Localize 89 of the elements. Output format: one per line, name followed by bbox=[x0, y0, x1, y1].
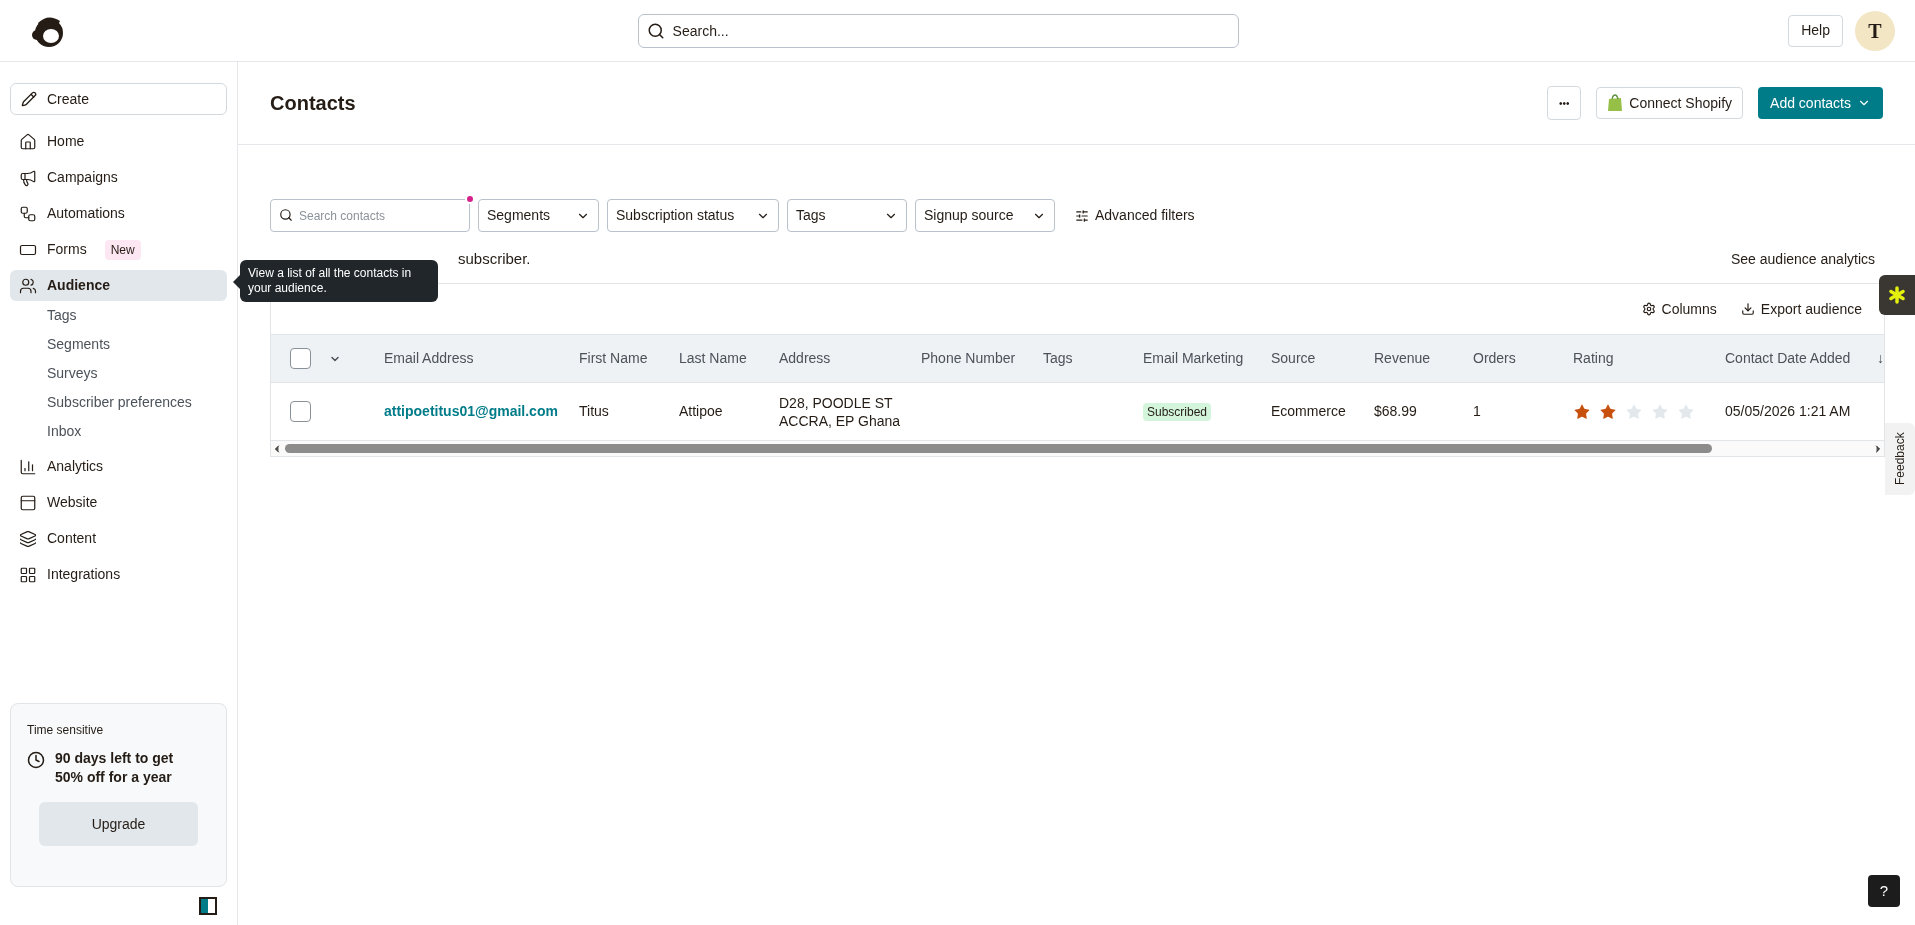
tooltip: View a list of all the contacts in your audience. bbox=[240, 260, 438, 302]
nav-item[interactable]: Campaigns bbox=[10, 162, 227, 193]
promo-text: 90 days left to get 50% off for a year bbox=[55, 749, 175, 787]
row-checkbox[interactable] bbox=[290, 401, 311, 422]
gear-icon bbox=[1641, 302, 1656, 316]
nav-item[interactable]: Automations bbox=[10, 198, 227, 229]
search-field[interactable]: Search... bbox=[637, 13, 1239, 48]
widget-tab[interactable] bbox=[1879, 275, 1915, 315]
search-icon bbox=[279, 208, 293, 222]
address-line: D28, POODLE ST bbox=[779, 393, 894, 412]
window-icon bbox=[19, 493, 37, 512]
column-header[interactable]: Phone Number bbox=[921, 350, 1016, 366]
audience-analytics-link[interactable]: See audience analytics bbox=[1731, 248, 1875, 270]
export-audience-button[interactable]: Export audience bbox=[1740, 298, 1862, 320]
more-button[interactable]: ••• bbox=[1547, 86, 1582, 120]
select-all-checkbox[interactable] bbox=[290, 348, 311, 369]
avatar[interactable]: T bbox=[1855, 10, 1895, 51]
nav-subitem[interactable]: Inbox bbox=[10, 417, 227, 446]
star-icon bbox=[1651, 402, 1669, 421]
column-header[interactable]: Last Name bbox=[679, 350, 747, 366]
table-cell: 1 bbox=[1473, 403, 1481, 419]
table-cell: Attipoe bbox=[679, 403, 723, 419]
nav-item[interactable]: Content bbox=[10, 523, 227, 554]
megaphone-icon bbox=[19, 168, 37, 187]
nav-item[interactable]: Analytics bbox=[10, 451, 227, 482]
layers-icon bbox=[19, 529, 37, 548]
help-button[interactable]: ? bbox=[1868, 875, 1900, 907]
column-header[interactable]: Revenue bbox=[1374, 350, 1431, 366]
column-header[interactable]: Source bbox=[1271, 350, 1316, 366]
star-icon bbox=[1625, 402, 1643, 421]
nav-item[interactable]: Website bbox=[10, 487, 227, 518]
column-header[interactable]: Email Marketing bbox=[1143, 350, 1244, 366]
nav-subitem[interactable]: Surveys bbox=[10, 359, 227, 388]
column-header[interactable]: Contact Date Added bbox=[1725, 350, 1851, 366]
filter-dropdown[interactable]: Signup source bbox=[915, 199, 1055, 232]
summary-text: subscriber. bbox=[458, 248, 532, 269]
filter-dropdown[interactable]: Tags bbox=[787, 199, 907, 232]
sort-arrow[interactable]: ↓ bbox=[1877, 348, 1884, 369]
feedback-tab[interactable]: Feedback bbox=[1885, 423, 1915, 495]
search-icon bbox=[646, 21, 665, 40]
create-button[interactable]: Create bbox=[10, 83, 227, 115]
pencil-icon bbox=[21, 91, 37, 107]
table-cell: Ecommerce bbox=[1271, 403, 1346, 419]
columns-button[interactable]: Columns bbox=[1641, 298, 1717, 320]
column-header[interactable]: Email Address bbox=[384, 350, 474, 366]
email-link[interactable]: attipoetitus01@gmail.com bbox=[384, 403, 558, 419]
new-badge: New bbox=[104, 239, 141, 260]
shopping-bag-icon bbox=[1607, 94, 1624, 112]
bar-chart-icon bbox=[19, 457, 37, 476]
horizontal-scrollbar[interactable] bbox=[271, 440, 1884, 456]
filter-dropdown[interactable]: Segments bbox=[478, 199, 599, 232]
column-header[interactable]: Address bbox=[779, 350, 831, 366]
star-rating[interactable] bbox=[1573, 402, 1695, 421]
workflow-icon bbox=[19, 204, 37, 223]
advanced-filters-button[interactable]: Advanced filters bbox=[1063, 199, 1207, 232]
nav-subitem[interactable]: Tags bbox=[10, 301, 227, 330]
nav-item[interactable]: Audience bbox=[10, 270, 227, 301]
house-icon bbox=[19, 132, 37, 151]
nav-subitem[interactable]: Subscriber preferences bbox=[10, 388, 227, 417]
column-header[interactable]: Orders bbox=[1473, 350, 1516, 366]
nav-subitem[interactable]: Segments bbox=[10, 330, 227, 359]
star-icon bbox=[1599, 402, 1617, 421]
nav-item[interactable]: Home bbox=[10, 126, 227, 157]
column-header[interactable]: Rating bbox=[1573, 350, 1614, 366]
column-header[interactable]: First Name bbox=[579, 350, 648, 366]
star-icon bbox=[1573, 402, 1591, 421]
star-icon bbox=[1677, 402, 1695, 421]
table-cell: Titus bbox=[579, 403, 609, 419]
clock-icon bbox=[27, 751, 45, 769]
filter-dropdown[interactable]: Subscription status bbox=[607, 199, 779, 232]
help-button[interactable]: Help bbox=[1788, 14, 1843, 47]
table-cell: 05/05/2026 1:21 AM bbox=[1725, 403, 1851, 419]
nav-item[interactable]: Forms New bbox=[10, 234, 227, 265]
panel-toggle-icon[interactable] bbox=[199, 897, 217, 915]
nav-item[interactable]: Integrations bbox=[10, 559, 227, 590]
page-title: Contacts bbox=[270, 91, 357, 116]
download-icon bbox=[1740, 302, 1755, 316]
table-cell: $68.99 bbox=[1374, 403, 1417, 419]
people-icon bbox=[19, 276, 37, 295]
status-badge: Subscribed bbox=[1143, 403, 1212, 421]
grid-icon bbox=[19, 565, 37, 584]
sliders-icon bbox=[1075, 208, 1089, 223]
address-line: ACCRA, EP Ghana bbox=[779, 411, 902, 430]
column-header[interactable]: Tags bbox=[1043, 350, 1073, 366]
search-contacts-field[interactable]: Search contacts bbox=[270, 199, 470, 232]
add-contacts-button[interactable]: Add contacts bbox=[1758, 87, 1883, 119]
upgrade-button[interactable]: Upgrade bbox=[39, 802, 198, 846]
promo-heading: Time sensitive bbox=[27, 722, 105, 739]
connect-shopify-button[interactable]: Connect Shopify bbox=[1596, 87, 1744, 119]
